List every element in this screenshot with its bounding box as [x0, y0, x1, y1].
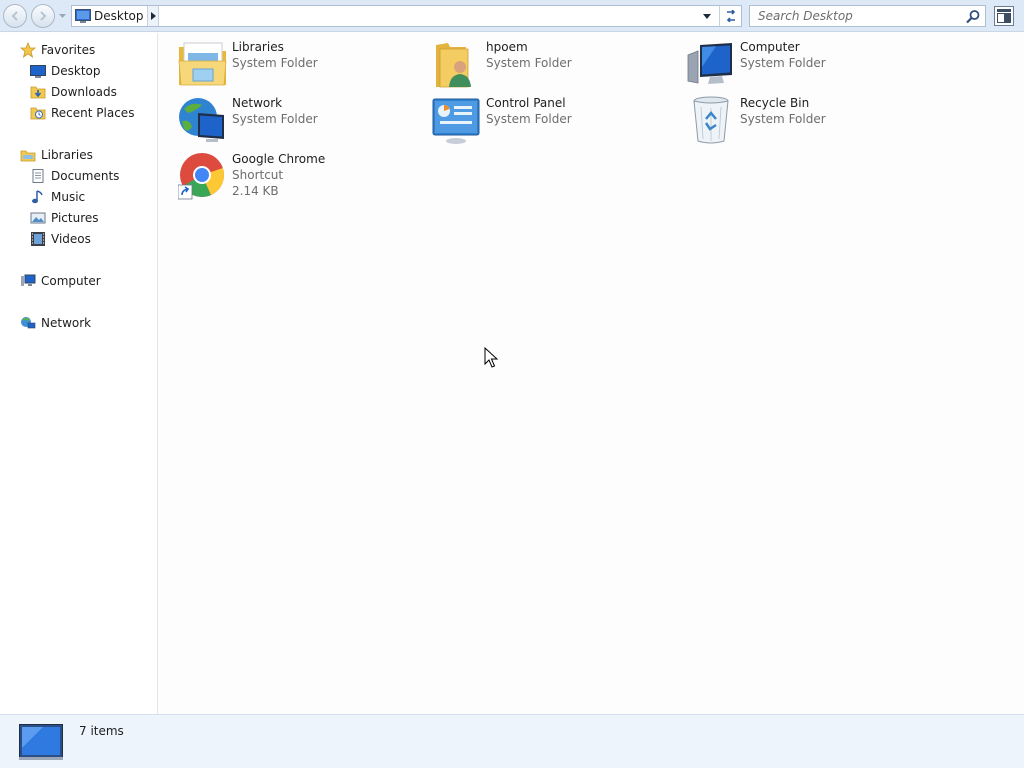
sidebar-item-label: Favorites: [41, 43, 96, 57]
chevron-down-icon: [703, 13, 711, 19]
item-name: Recycle Bin: [740, 96, 810, 110]
item-type: System Folder: [232, 112, 318, 126]
list-item-libraries[interactable]: Libraries System Folder: [178, 39, 418, 89]
item-name: Network: [232, 96, 283, 110]
libraries-icon: [20, 150, 36, 162]
sidebar-item-label: Pictures: [51, 211, 99, 225]
recent-places-icon: [30, 107, 46, 120]
desktop-icon: [19, 724, 63, 760]
star-icon: [20, 42, 36, 58]
sidebar-item-label: Desktop: [51, 64, 101, 78]
forward-arrow-icon: [40, 11, 47, 21]
item-count: 7 items: [79, 724, 124, 738]
back-button[interactable]: [3, 4, 27, 28]
chevron-right-icon: [150, 12, 156, 20]
refresh-button[interactable]: [719, 6, 741, 26]
item-size: 2.14 KB: [232, 184, 279, 198]
film-icon: [31, 232, 45, 246]
chrome-icon: [178, 153, 224, 200]
chevron-down-icon: [59, 14, 66, 18]
item-name: Google Chrome: [232, 152, 326, 166]
item-type: System Folder: [740, 56, 826, 70]
sidebar-item-label: Music: [51, 190, 86, 204]
item-name: Libraries: [232, 40, 284, 54]
sidebar-item-pictures[interactable]: Pictures: [30, 208, 99, 228]
item-type: Shortcut: [232, 168, 284, 182]
control-panel-icon: [432, 98, 480, 144]
sidebar-item-label: Libraries: [41, 148, 93, 162]
item-name: Computer: [740, 40, 800, 54]
network-icon: [21, 317, 36, 329]
computer-icon: [687, 43, 732, 84]
list-item-computer[interactable]: Computer System Folder: [686, 39, 926, 89]
sidebar-item-desktop[interactable]: Desktop: [30, 61, 101, 81]
address-history-dropdown[interactable]: [697, 6, 717, 26]
music-note-icon: [32, 190, 43, 204]
sidebar-item-label: Network: [41, 316, 92, 330]
list-item-network[interactable]: Network System Folder: [178, 95, 418, 145]
item-name: hpoem: [486, 40, 528, 54]
list-item-google-chrome[interactable]: Google Chrome Shortcut 2.14 KB: [178, 151, 418, 201]
search-box[interactable]: [749, 5, 986, 27]
item-type: System Folder: [740, 112, 826, 126]
sidebar-item-computer[interactable]: Computer: [20, 271, 101, 291]
pictures-icon: [30, 212, 46, 224]
downloads-folder-icon: [30, 86, 46, 99]
breadcrumb-chevron[interactable]: [147, 6, 159, 26]
computer-icon: [21, 274, 36, 286]
back-arrow-icon: [11, 11, 18, 21]
sidebar-item-recent-places[interactable]: Recent Places: [30, 103, 134, 123]
item-type: System Folder: [232, 56, 318, 70]
refresh-icon: [726, 10, 735, 22]
file-list: Libraries System Folder hpoem System Fol…: [159, 33, 1024, 714]
documents-icon: [32, 169, 44, 183]
list-item-recycle-bin[interactable]: Recycle Bin System Folder: [686, 95, 926, 145]
preview-pane-button[interactable]: [994, 6, 1014, 26]
desktop-icon: [75, 9, 91, 23]
sidebar-item-label: Recent Places: [51, 106, 135, 120]
libraries-icon: [178, 42, 227, 86]
pane-layout-icon: [997, 9, 1011, 23]
list-item-hpoem[interactable]: hpoem System Folder: [432, 39, 672, 89]
navigation-pane: Favorites Desktop Downloads Recent Place…: [0, 33, 158, 714]
sidebar-item-favorites[interactable]: Favorites: [20, 40, 95, 60]
item-type: System Folder: [486, 112, 572, 126]
search-input[interactable]: [750, 6, 960, 26]
item-name: Control Panel: [486, 96, 566, 110]
sidebar-item-music[interactable]: Music: [30, 187, 85, 207]
user-folder-icon: [436, 43, 471, 88]
sidebar-item-label: Downloads: [51, 85, 117, 99]
details-pane: 7 items: [0, 714, 1024, 768]
recent-pages-dropdown[interactable]: [58, 12, 67, 20]
address-bar[interactable]: Desktop: [71, 5, 742, 27]
sidebar-item-libraries[interactable]: Libraries: [20, 145, 93, 165]
desktop-icon: [30, 65, 46, 78]
sidebar-item-videos[interactable]: Videos: [30, 229, 91, 249]
recycle-bin-icon: [693, 96, 729, 144]
sidebar-item-network[interactable]: Network: [20, 313, 91, 333]
sidebar-item-label: Videos: [51, 232, 91, 246]
breadcrumb-desktop[interactable]: Desktop: [94, 9, 144, 23]
search-icon[interactable]: [965, 9, 981, 25]
sidebar-item-label: Computer: [41, 274, 101, 288]
list-item-control-panel[interactable]: Control Panel System Folder: [432, 95, 672, 145]
sidebar-item-downloads[interactable]: Downloads: [30, 82, 117, 102]
forward-button[interactable]: [31, 4, 55, 28]
sidebar-item-label: Documents: [51, 169, 120, 183]
item-type: System Folder: [486, 56, 572, 70]
navigation-bar: Desktop: [0, 0, 1024, 32]
network-icon: [179, 98, 224, 142]
sidebar-item-documents[interactable]: Documents: [30, 166, 119, 186]
